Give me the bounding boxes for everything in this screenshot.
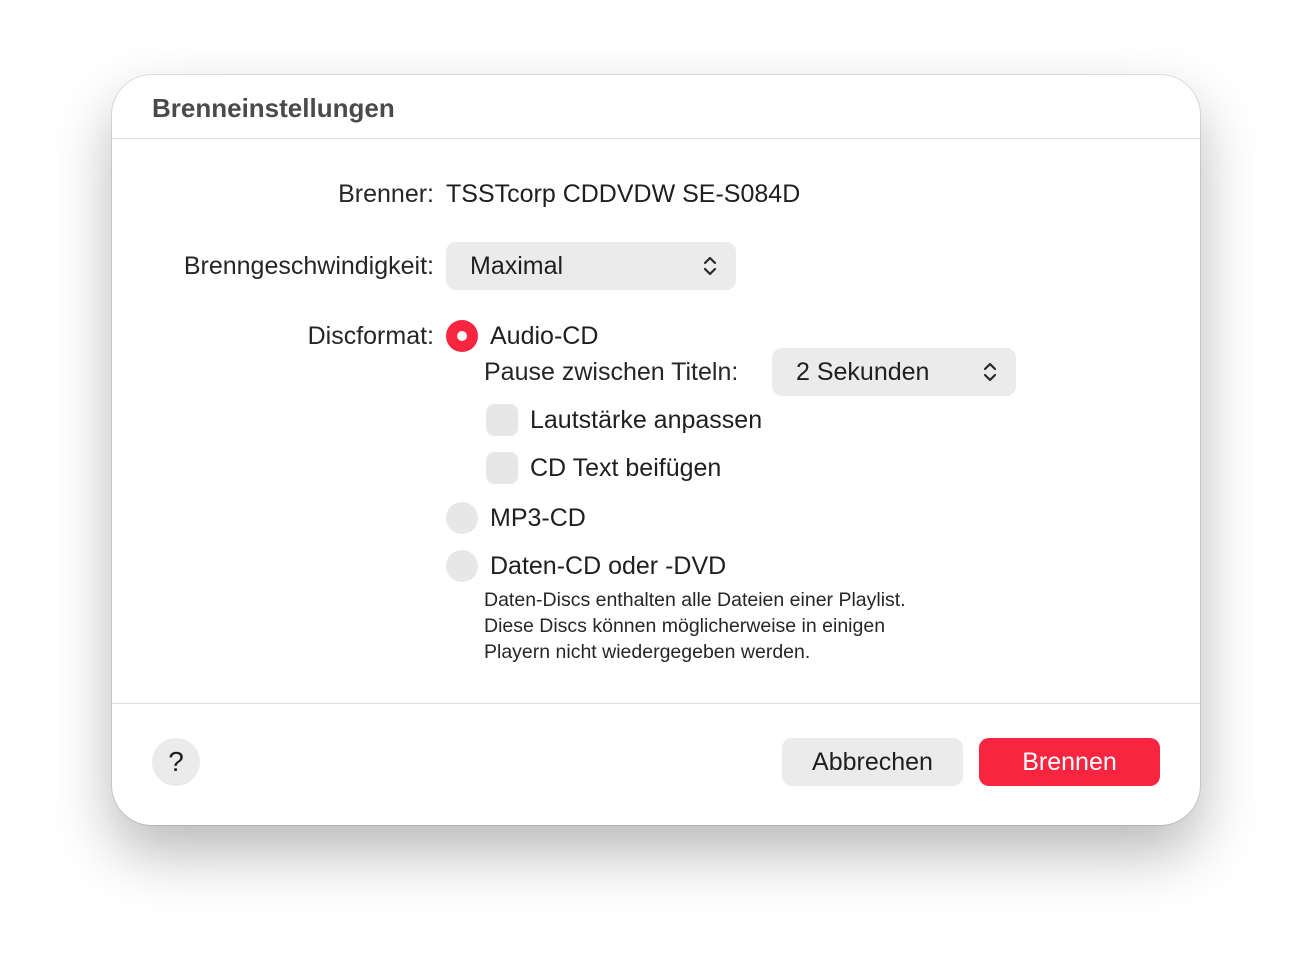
speed-popup-value: Maximal bbox=[470, 251, 564, 280]
data-disc-note-line-2: Diese Discs können möglicherweise in ein… bbox=[484, 615, 886, 637]
mp3-cd-radio[interactable] bbox=[446, 502, 478, 534]
burn-button[interactable]: Brennen bbox=[979, 738, 1160, 786]
disc-format-label: Discformat: bbox=[307, 322, 434, 350]
volume-adjust-checkbox[interactable] bbox=[486, 404, 518, 436]
pause-popup[interactable]: 2 Sekunden bbox=[772, 348, 1016, 396]
help-icon: ? bbox=[168, 746, 184, 777]
pause-label: Pause zwischen Titeln: bbox=[484, 358, 739, 386]
data-disc-note-line-3: Playern nicht wiedergegeben werden. bbox=[484, 641, 811, 663]
mp3-cd-label: MP3-CD bbox=[490, 504, 586, 532]
data-disc-note-line-1: Daten-Discs enthalten alle Dateien einer… bbox=[484, 589, 906, 611]
data-disc-label: Daten-CD oder -DVD bbox=[490, 552, 727, 580]
help-button[interactable]: ? bbox=[152, 738, 200, 786]
speed-label: Brenngeschwindigkeit: bbox=[183, 252, 434, 280]
chevron-up-down-icon bbox=[703, 256, 717, 276]
speed-popup[interactable]: Maximal bbox=[446, 242, 736, 290]
chevron-up-down-icon bbox=[983, 362, 997, 382]
footer-divider bbox=[112, 703, 1200, 704]
cancel-button[interactable]: Abbrechen bbox=[782, 738, 963, 786]
audio-cd-radio[interactable] bbox=[446, 320, 478, 352]
pause-popup-value: 2 Sekunden bbox=[796, 357, 930, 386]
cd-text-label: CD Text beifügen bbox=[530, 454, 722, 482]
dialog-title: Brenneinstellungen bbox=[152, 93, 395, 123]
cd-text-checkbox[interactable] bbox=[486, 452, 518, 484]
volume-adjust-label: Lautstärke anpassen bbox=[530, 406, 763, 434]
burner-value: TSSTcorp CDDVDW SE-S084D bbox=[446, 180, 801, 208]
burn-settings-dialog: Brenneinstellungen Brenner: TSSTcorp CDD… bbox=[112, 75, 1200, 825]
dialog-header: Brenneinstellungen bbox=[112, 75, 1200, 139]
data-disc-radio[interactable] bbox=[446, 550, 478, 582]
audio-cd-label: Audio-CD bbox=[490, 322, 599, 350]
burner-label: Brenner: bbox=[338, 180, 434, 208]
